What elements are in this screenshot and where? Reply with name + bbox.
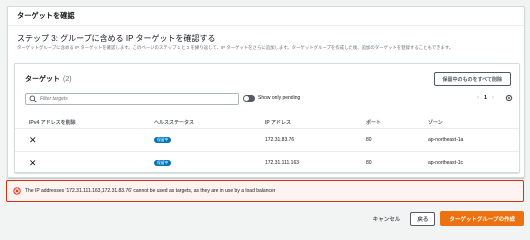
error-icon [13,187,21,195]
table-row: ✕ 保留中 172.31.111.163 80 ap-northeast-1c [15,152,519,174]
cancel-button[interactable]: キャンセル [373,215,401,223]
table-header: IPv4 アドレスを削除 ヘルスステータス IP アドレス ポート ゾーン [15,117,519,129]
ip-cell: 172.31.83.76 [265,137,295,143]
column-header-zone: ゾーン [428,120,443,126]
error-message: The IP addresses '172.31.111.163,172.31.… [25,188,276,194]
ip-cell: 172.31.111.163 [265,160,300,166]
pagination: ‹ 1 › [472,94,513,102]
create-target-group-button[interactable]: ターゲットグループの作成 [440,211,524,226]
show-only-pending-label: Show only pending [258,95,301,101]
column-header-ip: IP アドレス [265,120,292,126]
port-cell: 80 [366,137,372,143]
filter-targets-input[interactable] [37,94,230,104]
status-badge: 保留中 [154,137,172,143]
targets-table: IPv4 アドレスを削除 ヘルスステータス IP アドレス ポート ゾーン ✕ … [15,117,519,174]
footer-actions: キャンセル 戻る ターゲットグループの作成 [373,211,524,226]
column-header-remove: IPv4 アドレスを削除 [29,120,76,126]
zone-cell: ap-northeast-1a [428,137,464,143]
targets-title-label: ターゲット [25,76,60,83]
zone-cell: ap-northeast-1c [428,160,464,166]
status-badge: 保留中 [154,160,172,166]
targets-count: (2) [63,76,72,83]
panel-header: ターゲットを確認 [8,7,524,26]
show-only-pending-toggle[interactable] [243,95,255,102]
previous-button[interactable]: 戻る [410,211,436,226]
status-cell: 保留中 [154,160,172,166]
table-row: ✕ 保留中 172.31.83.76 80 ap-northeast-1a [15,129,519,152]
close-icon[interactable]: ✕ [29,158,37,168]
step-title: ステップ 3: グループに含める IP ターゲットを確認する [17,34,216,43]
chevron-left-icon[interactable]: ‹ [472,95,484,101]
column-header-port: ポート [366,120,382,126]
port-cell: 80 [366,160,372,166]
search-icon [29,95,37,103]
targets-card: ターゲット(2) 保留中のものをすべて削除 Show only pending … [14,63,520,173]
remove-all-pending-button[interactable]: 保留中のものをすべて削除 [433,72,511,86]
chevron-right-icon[interactable]: › [487,95,499,101]
column-header-health: ヘルスステータス [154,120,195,126]
close-icon[interactable]: ✕ [29,135,37,145]
review-targets-panel: ターゲットを確認 ステップ 3: グループに含める IP ターゲットを確認する … [7,6,525,178]
gear-icon[interactable] [505,94,513,102]
step-description: ターゲットグループに含める IP ターゲットを確認します。このページのステップ … [17,45,454,50]
filter-targets-search[interactable] [25,93,239,105]
status-cell: 保留中 [154,137,172,143]
error-alert: The IP addresses '172.31.111.163,172.31.… [6,180,524,202]
targets-title: ターゲット (2) [25,74,72,84]
